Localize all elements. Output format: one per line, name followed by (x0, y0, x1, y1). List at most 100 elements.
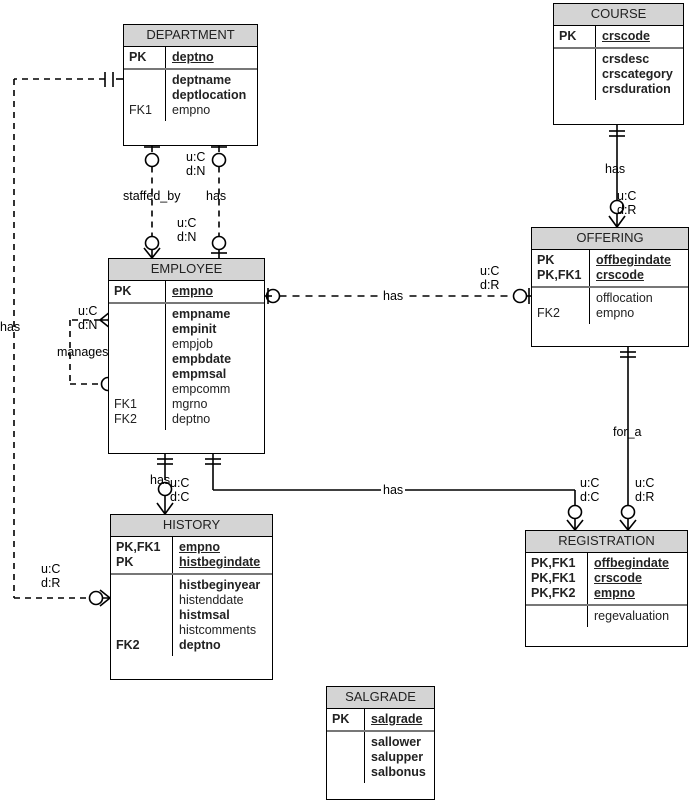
key-flag: PK,FK1 (116, 540, 161, 554)
delete-rule: d:R (617, 203, 637, 217)
attr-name: crscategory (602, 67, 673, 81)
entity-key-section-course: PK crscode (554, 26, 683, 49)
key-flag: PK (116, 555, 134, 569)
key-attr: crscode (594, 571, 642, 585)
key-attr: offbegindate (594, 556, 669, 570)
entity-key-section-salgrade: PK salgrade (327, 709, 434, 732)
entity-history[interactable]: HISTORY PK,FK1 PK empno histbegindate xx… (110, 514, 273, 680)
attr-name: empinit (172, 322, 217, 336)
update-rule: u:C (177, 216, 197, 230)
rule-label-employee-has-offering: u:C d:R (480, 264, 499, 292)
relationship-label-course-has-offering: has (605, 162, 626, 176)
entity-key-section-employee: PK empno (109, 281, 264, 304)
entity-title-offering: OFFERING (532, 228, 688, 250)
entity-department[interactable]: DEPARTMENT PK deptno xx FK1 deptname dep… (123, 24, 258, 146)
key-attrs: crscode (596, 26, 683, 47)
attr-name: histenddate (179, 593, 244, 607)
key-labels: PK PK,FK1 (532, 250, 590, 286)
attr-name: deptname (172, 73, 232, 87)
attr-name: crsdesc (602, 52, 650, 66)
attr-name: empname (172, 307, 231, 321)
entity-salgrade[interactable]: SALGRADE PK salgrade x sallower salupper… (326, 686, 435, 800)
relationship-label-manages: manages (57, 345, 109, 359)
attr-flags: xx FK1 (124, 70, 166, 121)
attr-flag: FK2 (537, 306, 560, 320)
attr-flags: x (327, 732, 365, 783)
attr-flags: x (554, 49, 596, 100)
relationship-label-employee-has-registration: has (381, 483, 406, 497)
relationship-dept-has-history (13, 72, 123, 607)
attr-name: empjob (172, 337, 213, 351)
relationship-label-offering-for-a: for_a (613, 425, 642, 439)
attr-flag: FK1 (114, 397, 137, 411)
entity-title-course: COURSE (554, 4, 683, 26)
attr-names: sallower salupper salbonus (365, 732, 434, 783)
entity-attr-section-employee: xxx xxx FK1 FK2 empname empinit empjob e… (109, 304, 264, 430)
attr-name: regevaluation (594, 609, 670, 623)
rule-label-manages: u:C d:N (78, 304, 97, 332)
key-labels: PK (124, 47, 166, 68)
attr-name: crsduration (602, 82, 671, 96)
attr-names: crsdesc crscategory crsduration (596, 49, 683, 100)
delete-rule: d:C (170, 490, 190, 504)
attr-name: deptno (172, 412, 211, 426)
relationship-label-employee-has-offering: has (381, 289, 406, 303)
key-flag: PK,FK1 (531, 556, 576, 570)
key-attrs: empno (166, 281, 264, 302)
key-attr: salgrade (371, 712, 423, 726)
attr-flag: FK2 (116, 638, 140, 652)
key-attr: offbegindate (596, 253, 671, 267)
delete-rule: d:N (186, 164, 206, 178)
rule-label-staffed-by: u:C d:N (177, 216, 196, 244)
relationship-label-staffed-by: staffed_by (123, 189, 181, 203)
entity-key-section-registration: PK,FK1 PK,FK1 PK,FK2 offbegindate crscod… (526, 553, 687, 606)
entity-offering[interactable]: OFFERING PK PK,FK1 offbegindate crscode … (531, 227, 689, 347)
entity-title-history: HISTORY (111, 515, 272, 537)
entity-key-section-department: PK deptno (124, 47, 257, 70)
key-attr: crscode (602, 29, 650, 43)
attr-flag: FK1 (129, 103, 152, 117)
delete-rule: d:C (580, 490, 600, 504)
rule-label-offering-for-a: u:C d:R (635, 476, 654, 504)
entity-course[interactable]: COURSE PK crscode x crsdesc crscategory … (553, 3, 684, 125)
attr-names: offlocation empno (590, 288, 688, 324)
attr-name: empno (596, 306, 635, 320)
attr-names: regevaluation (588, 606, 687, 627)
key-flag: PK (559, 29, 577, 43)
rule-label-employee-has-history: u:C d:C (170, 476, 189, 504)
key-flag: PK,FK1 (537, 268, 582, 282)
entity-attr-section-history: xx xx FK2 histbeginyear histenddate hist… (111, 575, 272, 656)
delete-rule: d:N (177, 230, 197, 244)
delete-rule: d:N (78, 318, 98, 332)
key-flag: PK (537, 253, 555, 267)
update-rule: u:C (480, 264, 500, 278)
update-rule: u:C (580, 476, 600, 490)
key-flag: PK (332, 712, 350, 726)
attr-name: histmsal (179, 608, 230, 622)
rule-label-dept-has-history: u:C d:R (41, 562, 60, 590)
key-attrs: salgrade (365, 709, 434, 730)
key-attr: empno (172, 284, 213, 298)
entity-title-registration: REGISTRATION (526, 531, 687, 553)
attr-names: histbeginyear histenddate histmsal histc… (173, 575, 272, 656)
attr-name: histcomments (179, 623, 257, 637)
attr-name: empno (172, 103, 211, 117)
delete-rule: d:R (635, 490, 655, 504)
update-rule: u:C (635, 476, 655, 490)
relationship-label-dept-has-history: has (0, 320, 21, 334)
attr-name: salupper (371, 750, 424, 764)
key-labels: PK,FK1 PK,FK1 PK,FK2 (526, 553, 588, 604)
relationship-label-employee-has-history: has (150, 473, 171, 487)
rule-label-employee-has-registration: u:C d:C (580, 476, 599, 504)
key-labels: PK (554, 26, 596, 47)
key-flag: PK (114, 284, 132, 298)
attr-name: mgrno (172, 397, 208, 411)
entity-attr-section-department: xx FK1 deptname deptlocation empno (124, 70, 257, 121)
key-attr: empno (594, 586, 635, 600)
key-labels: PK,FK1 PK (111, 537, 173, 573)
relationship-label-dept-has-employee: has (206, 189, 227, 203)
entity-registration[interactable]: REGISTRATION PK,FK1 PK,FK1 PK,FK2 offbeg… (525, 530, 688, 647)
key-attrs: deptno (166, 47, 257, 68)
entity-employee[interactable]: EMPLOYEE PK empno xxx xxx FK1 FK2 empnam… (108, 258, 265, 454)
update-rule: u:C (617, 189, 637, 203)
